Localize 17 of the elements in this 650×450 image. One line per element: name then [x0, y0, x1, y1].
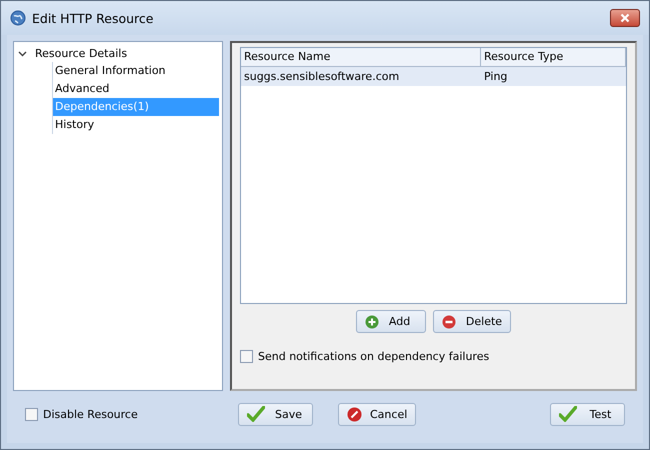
delete-button[interactable]: Delete	[432, 310, 512, 333]
dialog-button[interactable]: Cancel	[338, 402, 416, 426]
column-header[interactable]: Resource Type	[481, 48, 626, 67]
tree-item[interactable]: Advanced	[53, 80, 219, 98]
column-header[interactable]: Resource Name	[241, 48, 481, 67]
table-cell-text: Ping	[483, 69, 508, 85]
checkbox-label: Disable Resource	[43, 408, 138, 420]
add-button[interactable]: Add	[356, 310, 426, 333]
tree-item[interactable]: Resource Details	[33, 46, 130, 60]
table-cell-text: suggs.sensiblesoftware.com	[243, 69, 400, 85]
tree-item[interactable]: History	[53, 116, 219, 134]
window-title: Edit HTTP Resource	[32, 10, 154, 26]
tree-item[interactable]: General Information	[53, 62, 219, 80]
checkbox-label: Send notifications on dependency failures	[258, 350, 490, 363]
table-row[interactable]: suggs.sensiblesoftware.com Ping	[241, 67, 626, 86]
dialog-button[interactable]: Test	[550, 402, 625, 426]
dialog-button[interactable]: Save	[238, 402, 313, 426]
